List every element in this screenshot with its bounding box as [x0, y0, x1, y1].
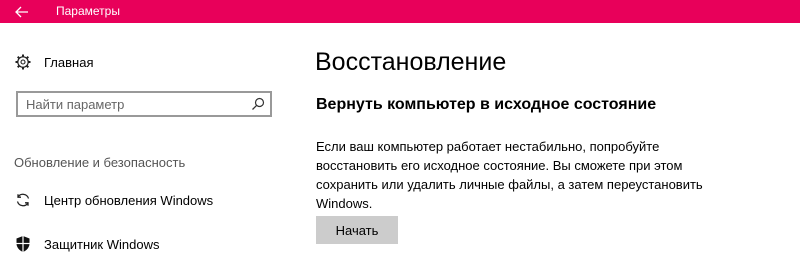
- page-title: Восстановление: [315, 48, 507, 76]
- shield-icon: [14, 235, 32, 253]
- main-content: Восстановление Вернуть компьютер в исход…: [300, 23, 800, 258]
- home-link[interactable]: Главная: [14, 52, 93, 72]
- sidebar-item-windows-defender[interactable]: Защитник Windows: [14, 233, 159, 255]
- description-text: Если ваш компьютер работает нестабильно,…: [316, 139, 703, 211]
- window-title: Параметры: [56, 4, 120, 18]
- sync-icon: [14, 191, 32, 209]
- search-input[interactable]: [26, 95, 246, 113]
- back-arrow-icon: [15, 6, 28, 17]
- sidebar-item-label: Центр обновления Windows: [44, 192, 214, 208]
- section-header: Обновление и безопасность: [14, 155, 186, 170]
- sidebar: Главная Обновление и безопасность Центр …: [0, 23, 300, 258]
- start-button[interactable]: Начать: [316, 216, 398, 244]
- back-button[interactable]: [0, 0, 44, 23]
- search-icon[interactable]: [250, 96, 266, 112]
- search-box[interactable]: [16, 91, 272, 117]
- title-bar: Параметры: [0, 0, 800, 23]
- sidebar-item-windows-update[interactable]: Центр обновления Windows: [14, 189, 213, 211]
- section-title: Вернуть компьютер в исходное состояние: [316, 96, 657, 113]
- gear-icon: [14, 53, 32, 71]
- home-label: Главная: [44, 54, 94, 70]
- sidebar-item-label: Защитник Windows: [44, 236, 160, 252]
